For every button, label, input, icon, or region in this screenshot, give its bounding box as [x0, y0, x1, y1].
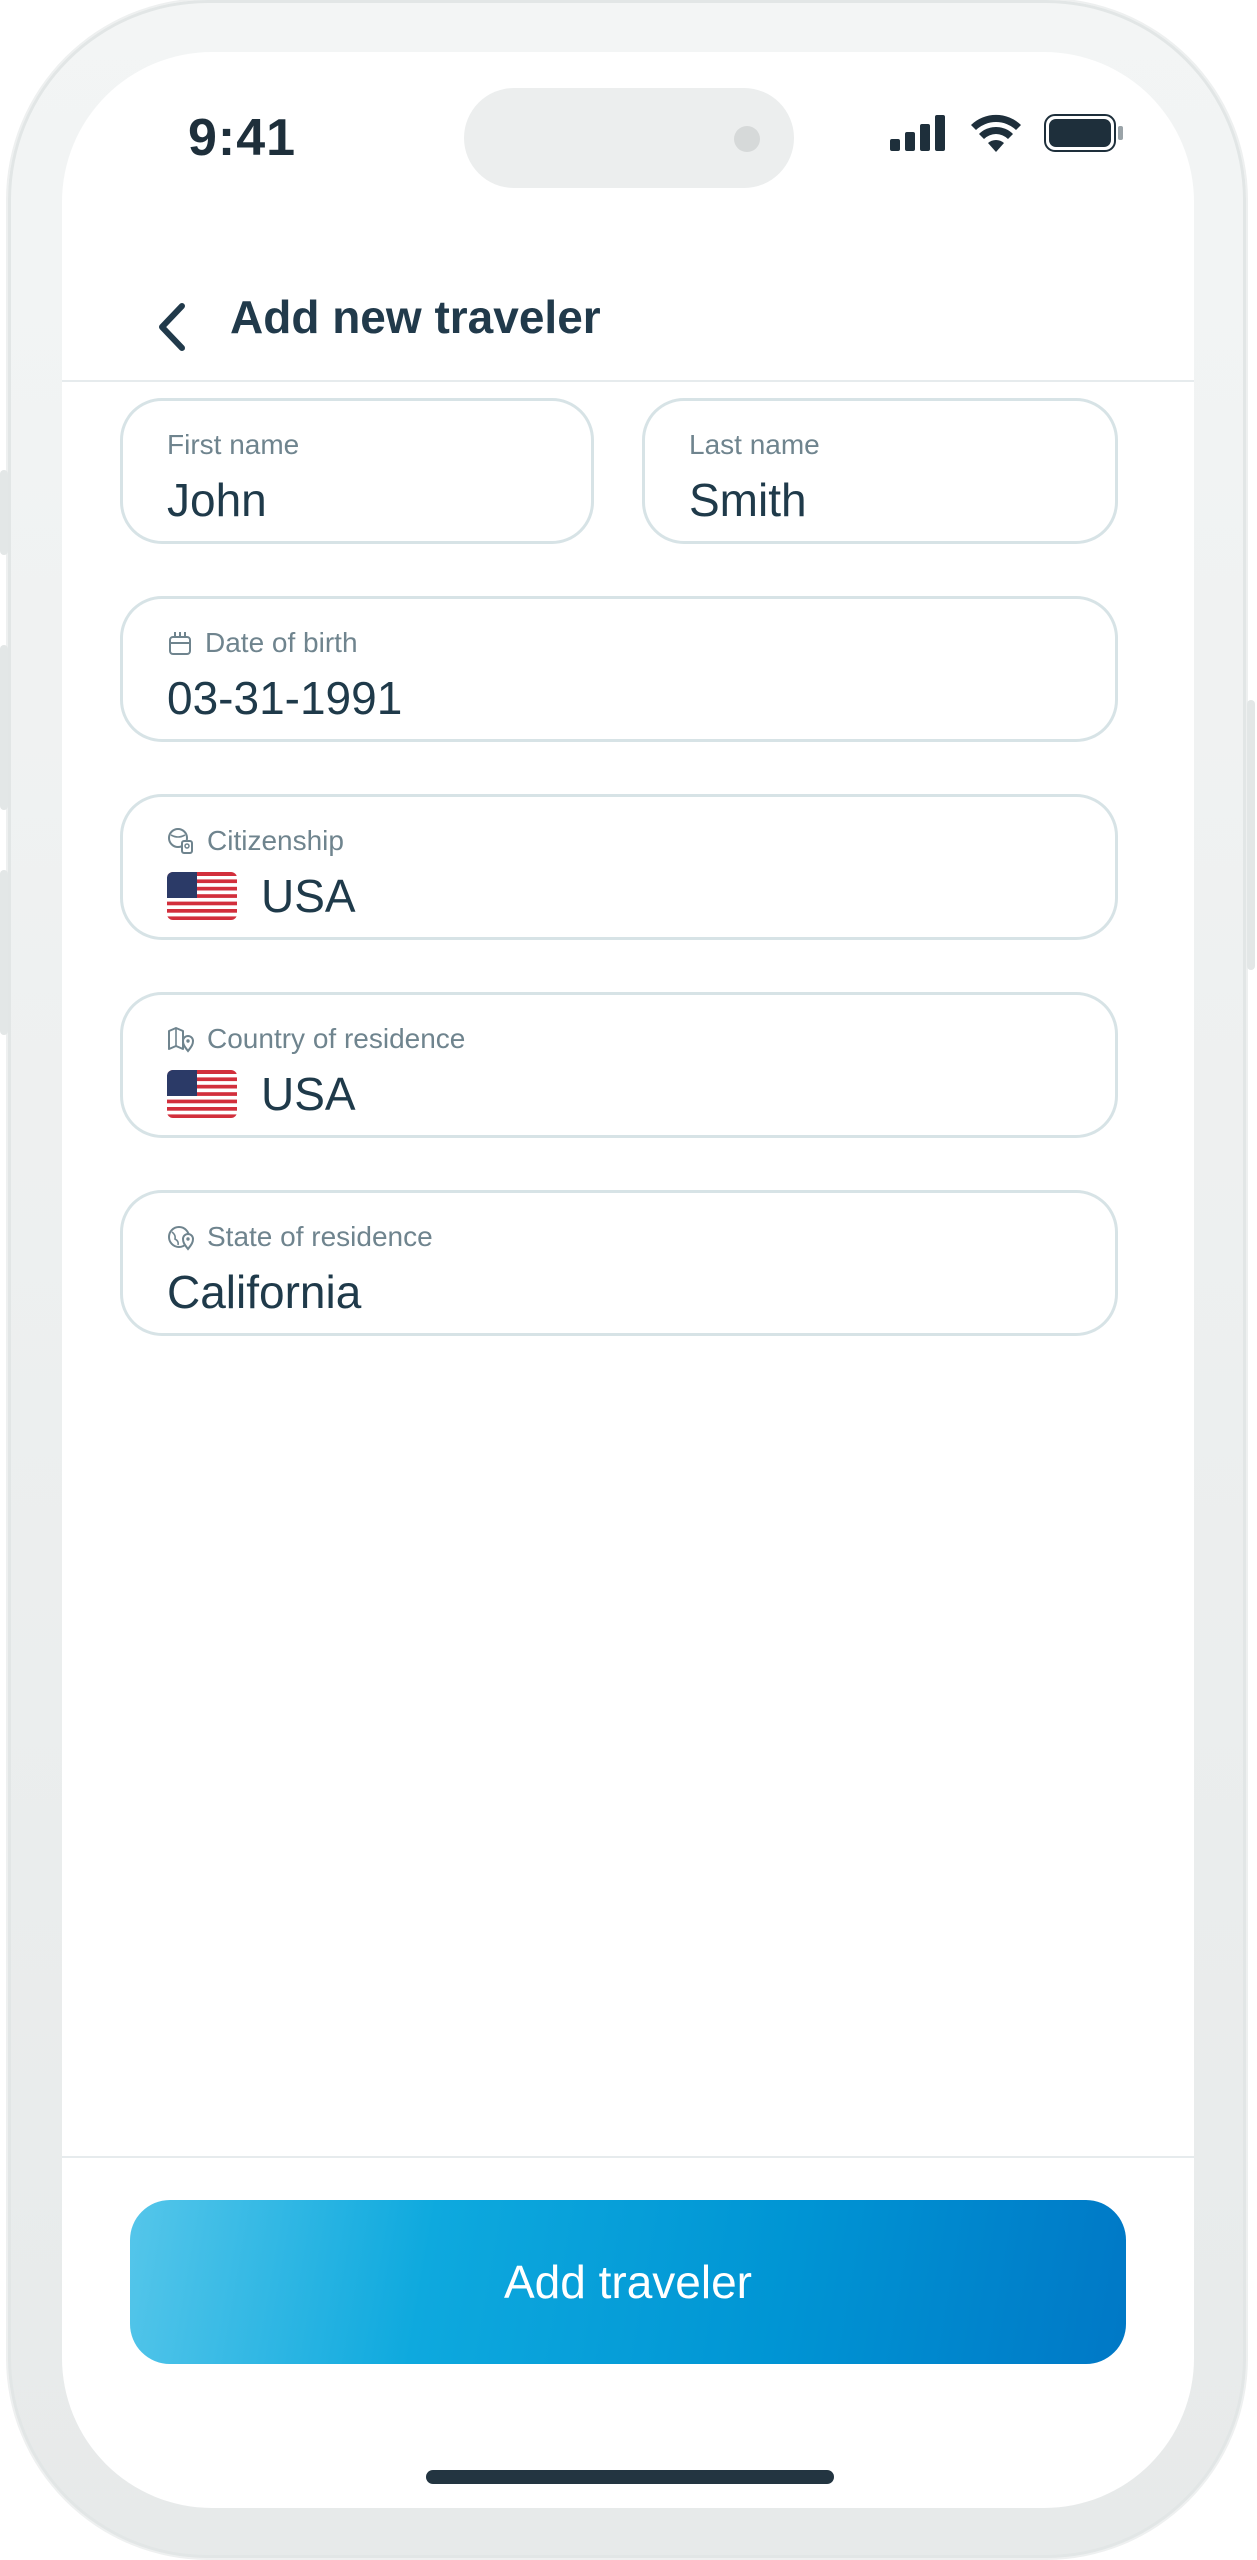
map-pin-icon — [168, 1027, 195, 1053]
signal-icon — [890, 115, 945, 151]
page-title: Add new traveler — [230, 291, 601, 343]
citizenship-value-row: USA — [167, 869, 356, 923]
status-icons — [890, 114, 1124, 152]
country-of-residence-label: Country of residence — [207, 1023, 466, 1054]
date-of-birth-label: Date of birth — [205, 627, 358, 658]
citizenship-label: Citizenship — [207, 825, 344, 856]
date-of-birth-label-row: Date of birth — [167, 627, 358, 659]
camera-dot — [734, 126, 760, 152]
us-flag-icon — [167, 1070, 237, 1118]
country-of-residence-label-row: Country of residence — [167, 1023, 465, 1055]
passport-globe-icon — [168, 828, 193, 854]
device-side-button — [1247, 700, 1255, 970]
back-chevron-icon[interactable] — [140, 292, 210, 362]
last-name-value: Smith — [689, 474, 807, 526]
battery-icon — [1044, 114, 1123, 152]
device-side-button — [0, 645, 8, 810]
wifi-icon — [971, 114, 1021, 152]
app-screen: 9:41 Add new traveler First name John La… — [62, 52, 1194, 2508]
device-side-button — [0, 870, 8, 1035]
citizenship-field[interactable]: Citizenship USA — [120, 794, 1118, 940]
device-side-button — [0, 470, 8, 555]
home-indicator[interactable] — [426, 2470, 834, 2484]
last-name-label: Last name — [689, 429, 820, 460]
calendar-icon — [169, 632, 191, 655]
first-name-value: John — [167, 474, 267, 526]
state-of-residence-field[interactable]: State of residence California — [120, 1190, 1118, 1336]
us-flag-icon — [167, 872, 237, 920]
dynamic-island — [464, 88, 794, 188]
citizenship-value: USA — [261, 870, 356, 922]
date-of-birth-field[interactable]: Date of birth 03-31-1991 — [120, 596, 1118, 742]
app-header: Add new traveler — [62, 232, 1194, 382]
status-time: 9:41 — [188, 109, 297, 167]
state-of-residence-value: California — [167, 1266, 362, 1318]
globe-pin-icon — [168, 1226, 195, 1251]
country-of-residence-field[interactable]: Country of residence USA — [120, 992, 1118, 1138]
first-name-field[interactable]: First name John — [120, 398, 594, 544]
state-of-residence-label-row: State of residence — [167, 1221, 433, 1253]
country-of-residence-value-row: USA — [167, 1067, 356, 1121]
first-name-label: First name — [167, 429, 300, 460]
add-traveler-button[interactable]: Add traveler — [130, 2200, 1126, 2364]
country-of-residence-value: USA — [261, 1068, 356, 1120]
citizenship-label-row: Citizenship — [167, 825, 344, 857]
footer-divider — [62, 2156, 1194, 2158]
last-name-field[interactable]: Last name Smith — [642, 398, 1118, 544]
state-of-residence-label: State of residence — [207, 1221, 433, 1252]
status-bar: 9:41 — [62, 52, 1194, 222]
date-of-birth-value: 03-31-1991 — [167, 672, 403, 724]
